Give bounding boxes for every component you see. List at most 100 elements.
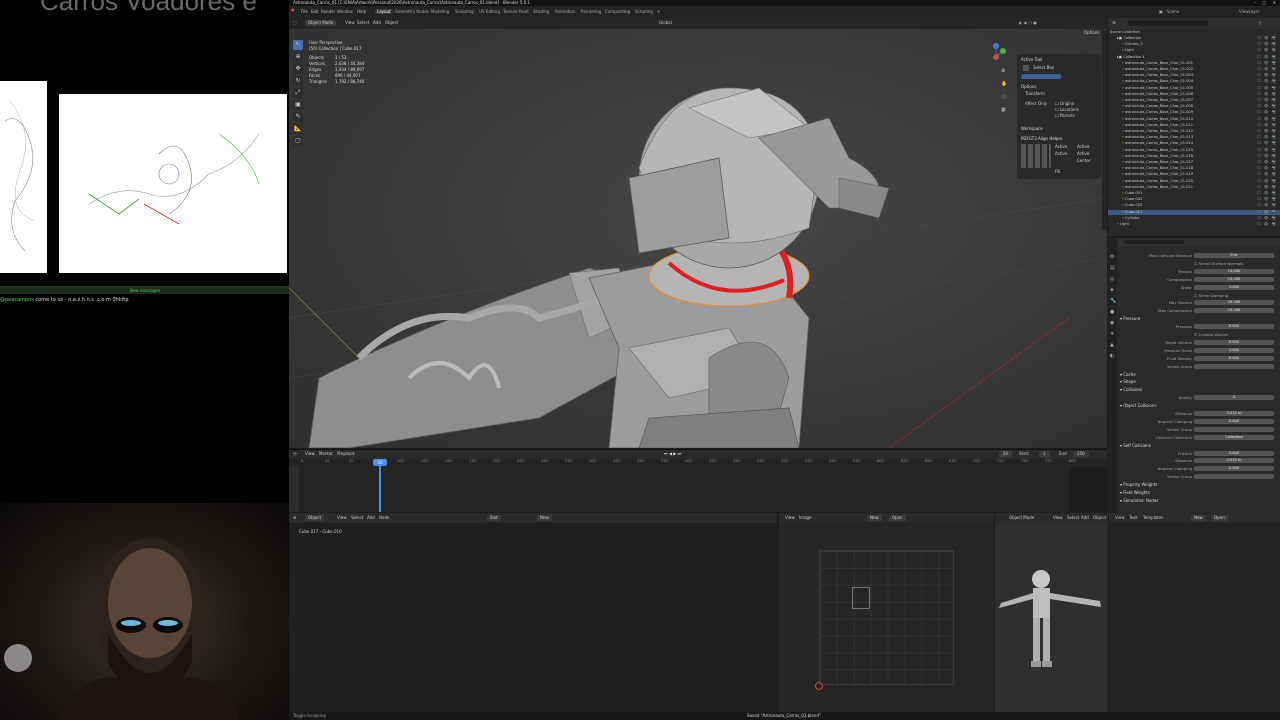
preview-menu-object[interactable]: Object <box>1093 515 1106 521</box>
visibility-toggle-icons[interactable]: ☐ 👁 📷 <box>1257 98 1277 103</box>
properties-search-input[interactable] <box>1124 240 1184 244</box>
property-checkbox[interactable]: ☐ Custom Volume <box>1194 331 1229 338</box>
select-mode-buttons[interactable] <box>1021 74 1061 79</box>
visibility-toggle-icons[interactable]: ☐ 👁 📷 <box>1257 166 1277 171</box>
properties-editor[interactable]: ⚙ ▤ ◎ ◈ 🔧 ● ◉ ✦ ▲ ◐ Max Collision Distance 0 m ☐ Sh… <box>1108 238 1280 513</box>
property-value-field[interactable]: 0.000 <box>1194 324 1274 330</box>
preview-viewport[interactable]: Object Mode View Select Add Object <box>995 513 1108 712</box>
menu-render[interactable]: Render <box>321 9 335 14</box>
menu-help[interactable]: Help <box>357 9 366 14</box>
outliner-row[interactable]: ▿ Cilindro_3 ☐ 👁 📷 <box>1108 42 1280 47</box>
uv-grid[interactable] <box>819 550 954 685</box>
tab-geometry-nodes[interactable]: Geometry Nodes <box>395 9 429 14</box>
panel-section-header[interactable]: ▾ Simulation Nodes <box>1120 497 1158 504</box>
property-value-field[interactable] <box>1194 426 1274 432</box>
property-value-field[interactable]: 1.000 <box>1194 347 1274 353</box>
camera-view-icon[interactable]: 🎥 <box>1001 94 1011 101</box>
image-editor[interactable]: View Image New Open <box>779 513 994 712</box>
uv-cursor-icon[interactable] <box>815 682 823 690</box>
text-menu-view[interactable]: View <box>1115 515 1125 521</box>
panel-section-header[interactable]: ▾ Collisions <box>1120 386 1142 393</box>
tab-animation[interactable]: Animation <box>555 9 575 14</box>
select-box-icon[interactable] <box>1023 65 1029 71</box>
outliner-row[interactable]: ▿ astronauta_Carros_Base_Char_01.011 ☐ 👁 … <box>1108 123 1280 128</box>
visibility-toggle-icons[interactable]: ☐ 👁 📷 <box>1257 123 1277 128</box>
tl-menu-playback[interactable]: Playback <box>337 451 355 457</box>
outliner-row[interactable]: ▿ astronauta_Carros_Base_Char_01.007 ☐ 👁 … <box>1108 98 1280 103</box>
timeline-editor-icon[interactable]: ◷ <box>293 451 297 457</box>
outliner-row[interactable]: ▿ Cylinder ☐ 👁 📷 <box>1108 216 1280 221</box>
property-value-field[interactable]: Collection <box>1194 434 1274 440</box>
visibility-toggle-icons[interactable]: ☐ 👁 📷 <box>1257 141 1277 146</box>
start-frame-field[interactable]: 1 <box>1039 451 1050 457</box>
outliner-row[interactable]: ▿ astronauta_Carros_Base_Char_01.012 ☐ 👁 … <box>1108 129 1280 134</box>
outliner-row[interactable]: ▿ astronauta_Carros_Base_Char_01.010 ☐ 👁 … <box>1108 117 1280 122</box>
visibility-toggle-icons[interactable]: ☐ 👁 📷 <box>1257 148 1277 153</box>
addon-button-1[interactable]: Active <box>1055 144 1067 150</box>
new-messages-banner[interactable]: New messages <box>0 288 290 294</box>
options-header[interactable]: Options <box>1021 84 1036 90</box>
outliner-row[interactable]: ▿ Cube.002 ☐ 👁 📷 <box>1108 197 1280 202</box>
property-value-field[interactable] <box>1194 363 1274 369</box>
visibility-toggle-icons[interactable]: ☐ 👁 📷 <box>1257 92 1277 97</box>
visibility-toggle-icons[interactable]: ☐ 👁 📷 <box>1257 79 1277 84</box>
menu-window[interactable]: Window <box>337 9 353 14</box>
visibility-toggle-icons[interactable]: ☐ 👁 📷 <box>1257 129 1277 134</box>
blender-logo-icon[interactable]: ◉ <box>291 7 295 12</box>
property-value-field[interactable]: 0.000 <box>1194 418 1274 424</box>
property-checkbox[interactable]: ☐ Shrink Surface Normals <box>1194 260 1243 267</box>
visibility-toggle-icons[interactable]: ☐ 👁 📷 <box>1257 135 1277 140</box>
property-value-field[interactable]: 15.000 <box>1194 268 1274 274</box>
outliner-row[interactable]: ▿ astronauta_Carros_Base_Char_01.005 ☐ 👁 … <box>1108 86 1280 91</box>
visibility-toggle-icons[interactable]: ☐ 👁 📷 <box>1257 86 1277 91</box>
timeline-track[interactable] <box>289 467 1107 512</box>
panel-section-header[interactable]: ▾ Cache <box>1120 371 1136 378</box>
visibility-toggle-icons[interactable]: ☐ 👁 📷 <box>1257 48 1277 53</box>
tab-scripting[interactable]: Scripting <box>635 9 653 14</box>
end-frame-field[interactable]: 250 <box>1073 451 1089 457</box>
tl-menu-marker[interactable]: Marker <box>319 451 333 457</box>
3d-viewport[interactable]: ⬚ Object Mode View Select Add Object Glo… <box>289 18 1107 448</box>
tab-layout[interactable]: Layout <box>375 9 393 14</box>
outliner-row[interactable]: ▿ astronauta_Carros_Base_Char_01.019 ☐ 👁 … <box>1108 172 1280 177</box>
properties-tab-icons[interactable]: ⚙ ▤ ◎ ◈ 🔧 ● ◉ ✦ ▲ ◐ <box>1110 252 1117 362</box>
property-value-field[interactable]: 5.000 <box>1194 450 1274 456</box>
panel-section-header[interactable]: ▾ Self Collisions <box>1120 442 1151 449</box>
addon-button-center[interactable]: Center <box>1077 158 1090 164</box>
astronaut-model[interactable] <box>289 18 1107 448</box>
transform-header[interactable]: Transform <box>1025 91 1045 97</box>
panel-section-header[interactable]: ▾ Pressure <box>1120 315 1140 322</box>
ortho-toggle-icon[interactable]: ▦ <box>1001 107 1011 114</box>
outliner-row[interactable]: ▿ Cube.017 ☐ 👁 📷 <box>1108 209 1280 215</box>
node-menu-view[interactable]: View <box>337 515 347 521</box>
panel-section-header[interactable]: ▾ Shape <box>1120 378 1136 385</box>
open-image-button[interactable]: Open <box>889 515 906 521</box>
outliner-row[interactable]: ▿ Cube.003 ☐ 👁 📷 <box>1108 203 1280 208</box>
visibility-toggle-icons[interactable]: ☐ 👁 📷 <box>1257 55 1277 60</box>
tab-modeling[interactable]: Modeling <box>431 9 449 14</box>
new-text-button[interactable]: New <box>1191 515 1206 521</box>
affect-parents-checkbox[interactable]: ☐ Parents <box>1055 113 1075 119</box>
outliner-row[interactable]: ▿ astronauta_Carros_Base_Char_01.018 ☐ 👁 … <box>1108 166 1280 171</box>
tl-menu-view[interactable]: View <box>305 451 315 457</box>
shader-node-editor[interactable]: ⊞ Object View Select Add Node Slot New C… <box>289 513 777 712</box>
outliner-row[interactable]: ▿ astronauta_Carros_Base_Char_01.009 ☐ 👁 … <box>1108 110 1280 115</box>
tab-sculpting[interactable]: Sculpting <box>455 9 474 14</box>
outliner-scene-collection[interactable]: Scene Collection <box>1110 30 1280 35</box>
visibility-toggle-icons[interactable]: ☐ 👁 📷 <box>1257 117 1277 122</box>
visibility-toggle-icons[interactable]: ☐ 👁 📷 <box>1257 36 1277 41</box>
visibility-toggle-icons[interactable]: ☐ 👁 📷 <box>1257 160 1277 165</box>
text-menu-templates[interactable]: Templates <box>1143 515 1163 521</box>
visibility-toggle-icons[interactable]: ☐ 👁 📷 <box>1257 67 1277 72</box>
property-value-field[interactable]: 0.000 <box>1194 355 1274 361</box>
visibility-toggle-icons[interactable]: ☐ 👁 📷 <box>1257 104 1277 109</box>
node-menu-select[interactable]: Select <box>351 515 363 521</box>
visibility-toggle-icons[interactable]: ☐ 👁 📷 <box>1257 172 1277 177</box>
node-menu-node[interactable]: Node <box>379 515 389 521</box>
outliner-row[interactable]: ▿ Light ☐ 👁 📷 <box>1108 222 1280 227</box>
playhead[interactable] <box>379 459 381 512</box>
uv-menu-image[interactable]: Image <box>799 515 812 521</box>
pan-icon[interactable]: ✋ <box>1001 81 1011 88</box>
chat-username[interactable]: @peacampos <box>0 297 34 303</box>
visibility-toggle-icons[interactable]: ☐ 👁 📷 <box>1257 197 1277 202</box>
